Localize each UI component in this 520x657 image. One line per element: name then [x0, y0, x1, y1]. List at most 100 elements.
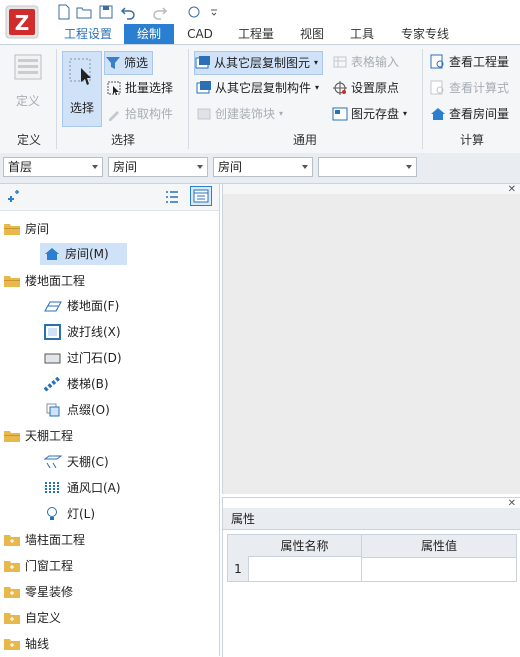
- folder-open-icon: [4, 276, 20, 287]
- tree-node-ceiling-work[interactable]: 天棚工程: [4, 425, 73, 447]
- expand-all-icon[interactable]: [6, 190, 20, 204]
- select-button[interactable]: 选择: [62, 51, 102, 127]
- decoration-icon: [197, 108, 211, 120]
- tab-draw[interactable]: 绘制: [124, 24, 174, 44]
- folder-closed-icon: [4, 639, 20, 650]
- tree-node-door-window[interactable]: 门窗工程: [4, 555, 73, 577]
- ribbon-tabs: 工程设置 绘制 工程量 CAD 视图 工具 专家专线: [0, 24, 520, 44]
- undo-icon[interactable]: [120, 4, 136, 20]
- group-label-define: 定义: [16, 133, 41, 147]
- tree-item-door-stone[interactable]: 过门石(D): [44, 347, 122, 369]
- save-icon[interactable]: [98, 4, 114, 20]
- tab-expert-line[interactable]: 专家专线: [394, 24, 456, 44]
- tree-node-wall-column[interactable]: 墙柱面工程: [4, 529, 85, 551]
- wave-line-icon: [44, 324, 61, 340]
- drawing-canvas[interactable]: ✕: [222, 184, 520, 494]
- copy-from-floor-elements-button[interactable]: 从其它层复制图元 ▾: [194, 51, 324, 75]
- list-view-icon[interactable]: [164, 189, 180, 205]
- customize-dropdown-icon[interactable]: [210, 8, 218, 16]
- folder-closed-icon: [4, 613, 20, 624]
- cloud-icon[interactable]: [186, 4, 202, 20]
- canvas-close-icon[interactable]: ✕: [508, 184, 516, 195]
- define-icon: [14, 54, 42, 80]
- stairs-icon: [44, 376, 61, 392]
- house-icon: [431, 108, 445, 120]
- embellish-icon: [46, 403, 60, 417]
- group-label-common: 通用: [292, 133, 317, 147]
- new-file-icon[interactable]: [56, 4, 72, 20]
- pick-component-button[interactable]: 拾取构件: [106, 103, 173, 125]
- tab-view[interactable]: 视图: [292, 24, 332, 44]
- filter-icon: [106, 57, 120, 69]
- tree-item-room[interactable]: 房间(M): [40, 243, 127, 265]
- light-bulb-icon: [47, 507, 57, 520]
- group-label-calc: 计算: [459, 133, 484, 147]
- table-cell-value[interactable]: [362, 557, 516, 581]
- ceiling-icon: [44, 455, 62, 469]
- table-cell-name[interactable]: [248, 557, 362, 581]
- tree-node-axis[interactable]: 轴线: [4, 633, 49, 655]
- tab-cad[interactable]: CAD: [180, 24, 220, 44]
- group-label-select: 选择: [110, 133, 135, 147]
- folder-closed-icon: [4, 535, 20, 546]
- tab-project-settings[interactable]: 工程设置: [56, 24, 120, 44]
- copy-components-icon: [196, 81, 211, 94]
- detail-view-toggle[interactable]: [190, 186, 212, 206]
- tree-node-room[interactable]: 房间: [4, 218, 49, 240]
- filter-bar: 首层 房间 房间: [0, 153, 520, 184]
- tree-item-stairs[interactable]: 楼梯(B): [44, 373, 109, 395]
- vent-icon: [45, 482, 59, 494]
- batch-select-button[interactable]: 批量选择: [106, 77, 173, 99]
- origin-icon: [333, 81, 347, 95]
- copy-elements-icon: [195, 56, 210, 69]
- door-stone-icon: [44, 353, 61, 364]
- redo-icon[interactable]: [152, 4, 168, 20]
- ribbon: 定义 定义 选择 筛选 批量选择 拾取构件 选择 从其它层复制图元 ▾ 从其它层…: [0, 44, 520, 154]
- tree-node-custom[interactable]: 自定义: [4, 607, 61, 629]
- view-room-quantity-button[interactable]: 查看房间量: [430, 103, 509, 125]
- tree-item-embellish[interactable]: 点缀(O): [44, 399, 110, 421]
- view-formula-button[interactable]: 查看计算式: [430, 77, 509, 99]
- copy-from-floor-components-button[interactable]: 从其它层复制构件 ▾: [196, 77, 319, 99]
- floor-select[interactable]: 首层: [3, 157, 103, 177]
- tree-item-ceiling[interactable]: 天棚(C): [44, 451, 109, 473]
- folder-open-icon: [4, 431, 20, 442]
- folder-open-icon: [4, 224, 20, 235]
- table-icon: [333, 56, 347, 68]
- view-quantity-icon: [430, 54, 444, 69]
- element-save-button[interactable]: 图元存盘 ▾: [332, 103, 407, 125]
- tree-item-floor-surface[interactable]: 楼地面(F): [44, 295, 119, 317]
- tab-quantity[interactable]: 工程量: [230, 24, 282, 44]
- open-folder-icon[interactable]: [76, 4, 92, 20]
- view-formula-icon: [430, 80, 444, 95]
- element-save-icon: [332, 107, 348, 121]
- create-decoration-button[interactable]: 创建装饰块 ▾: [196, 103, 283, 125]
- define-button[interactable]: 定义: [6, 51, 50, 109]
- extra-select[interactable]: [318, 157, 417, 177]
- column-header-property-value[interactable]: 属性值: [362, 535, 516, 558]
- batch-select-icon: [107, 81, 121, 95]
- component-tree-panel: 房间 房间(M) 楼地面工程 楼地面(F) 波打线(X) 过门石(D) 楼梯(B…: [0, 184, 220, 656]
- tree-item-wave-line[interactable]: 波打线(X): [44, 321, 121, 343]
- category-select[interactable]: 房间: [108, 157, 208, 177]
- tab-tools[interactable]: 工具: [342, 24, 382, 44]
- tree-item-light[interactable]: 灯(L): [44, 503, 95, 525]
- tree-node-floor-work[interactable]: 楼地面工程: [4, 270, 85, 292]
- pick-icon: [109, 111, 119, 121]
- tree-item-vent[interactable]: 通风口(A): [44, 477, 121, 499]
- folder-closed-icon: [4, 587, 20, 598]
- tree-node-misc-decoration[interactable]: 零星装修: [4, 581, 73, 603]
- view-quantity-button[interactable]: 查看工程量: [430, 51, 509, 73]
- house-icon: [45, 248, 59, 260]
- floor-surface-icon: [44, 301, 62, 312]
- column-header-property-name[interactable]: 属性名称: [248, 535, 362, 557]
- filter-button[interactable]: 筛选: [104, 51, 154, 75]
- component-select[interactable]: 房间: [213, 157, 313, 177]
- set-origin-button[interactable]: 设置原点: [332, 77, 399, 99]
- properties-table: 属性名称 属性值 1: [227, 534, 517, 582]
- select-cursor-icon: [69, 58, 91, 85]
- properties-panel: ✕ 属性 属性名称 属性值 1: [222, 497, 520, 657]
- table-input-button[interactable]: 表格输入: [332, 51, 399, 73]
- properties-title: 属性: [223, 508, 520, 530]
- detail-view-icon: [193, 189, 209, 203]
